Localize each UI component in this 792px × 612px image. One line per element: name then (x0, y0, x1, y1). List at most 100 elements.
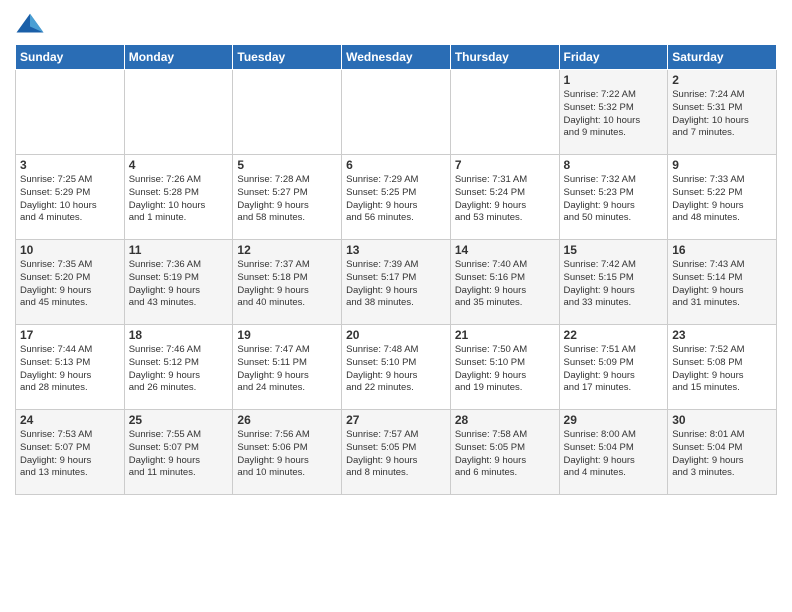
calendar-cell: 26Sunrise: 7:56 AM Sunset: 5:06 PM Dayli… (233, 410, 342, 495)
day-number: 20 (346, 328, 446, 342)
calendar-cell: 5 Sunrise: 7:28 AM Sunset: 5:27 PM Daylig… (233, 155, 342, 240)
calendar-cell: 10 Sunrise: 7:35 AM Sunset: 5:20 PM Dayli… (16, 240, 125, 325)
calendar-cell: 27 Sunrise: 7:57 AM Sunset: 5:05 PM Dayli… (342, 410, 451, 495)
calendar-container: SundayMondayTuesdayWednesdayThursdayFrid… (0, 0, 792, 500)
day-number: 2 (672, 73, 772, 87)
calendar-cell: 18 Sunrise: 7:46 AM Sunset: 5:12 PM Dayli… (124, 325, 233, 410)
day-number: 18 (129, 328, 229, 342)
calendar-cell: 24 Sunrise: 7:53 AM Sunset: 5:07 PM Dayli… (16, 410, 125, 495)
calendar-week: 3 Sunrise: 7:25 AM Sunset: 5:29 PM Daylig… (16, 155, 777, 240)
day-info: Sunrise: 7:29 AM Sunset: 5:25 PM Dayligh… (346, 174, 446, 225)
day-info: Sunrise: 7:56 AM Sunset: 5:06 PM Dayligh… (237, 429, 337, 480)
calendar-cell: 2 Sunrise: 7:24 AM Sunset: 5:31 PM Daylig… (668, 70, 777, 155)
day-number: 29 (564, 413, 664, 427)
day-number: 28 (455, 413, 555, 427)
calendar-cell: 23 Sunrise: 7:52 AM Sunset: 5:08 PM Dayli… (668, 325, 777, 410)
day-number: 30 (672, 413, 772, 427)
logo (15, 10, 49, 40)
calendar-cell: 13 Sunrise: 7:39 AM Sunset: 5:17 PM Dayli… (342, 240, 451, 325)
weekday-header: Saturday (668, 45, 777, 70)
day-number: 1 (564, 73, 664, 87)
day-number: 22 (564, 328, 664, 342)
calendar-cell: 20 Sunrise: 7:48 AM Sunset: 5:10 PM Dayli… (342, 325, 451, 410)
calendar-cell: 9 Sunrise: 7:33 AM Sunset: 5:22 PM Daylig… (668, 155, 777, 240)
calendar-cell: 17 Sunrise: 7:44 AM Sunset: 5:13 PM Dayli… (16, 325, 125, 410)
calendar-cell (450, 70, 559, 155)
day-info: Sunrise: 7:40 AM Sunset: 5:16 PM Dayligh… (455, 259, 555, 310)
calendar-week: 24 Sunrise: 7:53 AM Sunset: 5:07 PM Dayli… (16, 410, 777, 495)
day-number: 12 (237, 243, 337, 257)
day-info: Sunrise: 7:39 AM Sunset: 5:17 PM Dayligh… (346, 259, 446, 310)
day-info: Sunrise: 7:51 AM Sunset: 5:09 PM Dayligh… (564, 344, 664, 395)
day-number: 24 (20, 413, 120, 427)
calendar-cell: 8 Sunrise: 7:32 AM Sunset: 5:23 PM Daylig… (559, 155, 668, 240)
day-number: 27 (346, 413, 446, 427)
day-number: 11 (129, 243, 229, 257)
day-number: 5 (237, 158, 337, 172)
day-info: Sunrise: 7:44 AM Sunset: 5:13 PM Dayligh… (20, 344, 120, 395)
day-number: 16 (672, 243, 772, 257)
calendar-cell: 11 Sunrise: 7:36 AM Sunset: 5:19 PM Dayli… (124, 240, 233, 325)
calendar-cell: 29Sunrise: 8:00 AM Sunset: 5:04 PM Dayli… (559, 410, 668, 495)
day-number: 7 (455, 158, 555, 172)
day-number: 21 (455, 328, 555, 342)
calendar-cell: 12 Sunrise: 7:37 AM Sunset: 5:18 PM Dayli… (233, 240, 342, 325)
day-info: Sunrise: 8:01 AM Sunset: 5:04 PM Dayligh… (672, 429, 772, 480)
day-info: Sunrise: 7:58 AM Sunset: 5:05 PM Dayligh… (455, 429, 555, 480)
day-info: Sunrise: 7:28 AM Sunset: 5:27 PM Dayligh… (237, 174, 337, 225)
day-number: 3 (20, 158, 120, 172)
calendar-cell: 3 Sunrise: 7:25 AM Sunset: 5:29 PM Daylig… (16, 155, 125, 240)
day-info: Sunrise: 7:48 AM Sunset: 5:10 PM Dayligh… (346, 344, 446, 395)
calendar-cell: 14Sunrise: 7:40 AM Sunset: 5:16 PM Dayli… (450, 240, 559, 325)
day-number: 8 (564, 158, 664, 172)
day-info: Sunrise: 7:24 AM Sunset: 5:31 PM Dayligh… (672, 89, 772, 140)
calendar-cell (124, 70, 233, 155)
logo-icon (15, 10, 45, 40)
weekday-header: Thursday (450, 45, 559, 70)
day-info: Sunrise: 7:52 AM Sunset: 5:08 PM Dayligh… (672, 344, 772, 395)
weekday-header: Friday (559, 45, 668, 70)
day-number: 4 (129, 158, 229, 172)
day-info: Sunrise: 7:47 AM Sunset: 5:11 PM Dayligh… (237, 344, 337, 395)
day-number: 9 (672, 158, 772, 172)
calendar-cell: 6 Sunrise: 7:29 AM Sunset: 5:25 PM Daylig… (342, 155, 451, 240)
day-number: 25 (129, 413, 229, 427)
calendar-cell (16, 70, 125, 155)
day-info: Sunrise: 7:25 AM Sunset: 5:29 PM Dayligh… (20, 174, 120, 225)
calendar-cell: 16Sunrise: 7:43 AM Sunset: 5:14 PM Dayli… (668, 240, 777, 325)
calendar-cell: 7 Sunrise: 7:31 AM Sunset: 5:24 PM Daylig… (450, 155, 559, 240)
day-info: Sunrise: 7:37 AM Sunset: 5:18 PM Dayligh… (237, 259, 337, 310)
calendar-cell: 22 Sunrise: 7:51 AM Sunset: 5:09 PM Dayli… (559, 325, 668, 410)
day-info: Sunrise: 7:42 AM Sunset: 5:15 PM Dayligh… (564, 259, 664, 310)
calendar-cell: 28 Sunrise: 7:58 AM Sunset: 5:05 PM Dayli… (450, 410, 559, 495)
weekday-header: Tuesday (233, 45, 342, 70)
calendar-week: 1Sunrise: 7:22 AM Sunset: 5:32 PM Daylig… (16, 70, 777, 155)
day-number: 10 (20, 243, 120, 257)
day-info: Sunrise: 7:46 AM Sunset: 5:12 PM Dayligh… (129, 344, 229, 395)
day-number: 17 (20, 328, 120, 342)
day-info: Sunrise: 7:33 AM Sunset: 5:22 PM Dayligh… (672, 174, 772, 225)
day-info: Sunrise: 7:31 AM Sunset: 5:24 PM Dayligh… (455, 174, 555, 225)
day-number: 23 (672, 328, 772, 342)
day-info: Sunrise: 7:50 AM Sunset: 5:10 PM Dayligh… (455, 344, 555, 395)
calendar-week: 10 Sunrise: 7:35 AM Sunset: 5:20 PM Dayli… (16, 240, 777, 325)
day-info: Sunrise: 7:53 AM Sunset: 5:07 PM Dayligh… (20, 429, 120, 480)
day-info: Sunrise: 7:55 AM Sunset: 5:07 PM Dayligh… (129, 429, 229, 480)
calendar-table: SundayMondayTuesdayWednesdayThursdayFrid… (15, 44, 777, 495)
calendar-cell (342, 70, 451, 155)
calendar-cell (233, 70, 342, 155)
weekday-header: Wednesday (342, 45, 451, 70)
calendar-cell: 15Sunrise: 7:42 AM Sunset: 5:15 PM Dayli… (559, 240, 668, 325)
day-info: Sunrise: 7:36 AM Sunset: 5:19 PM Dayligh… (129, 259, 229, 310)
day-info: Sunrise: 7:35 AM Sunset: 5:20 PM Dayligh… (20, 259, 120, 310)
day-info: Sunrise: 7:57 AM Sunset: 5:05 PM Dayligh… (346, 429, 446, 480)
weekday-header: Monday (124, 45, 233, 70)
weekday-header: Sunday (16, 45, 125, 70)
calendar-cell: 19Sunrise: 7:47 AM Sunset: 5:11 PM Dayli… (233, 325, 342, 410)
day-number: 13 (346, 243, 446, 257)
calendar-cell: 21 Sunrise: 7:50 AM Sunset: 5:10 PM Dayli… (450, 325, 559, 410)
day-info: Sunrise: 7:32 AM Sunset: 5:23 PM Dayligh… (564, 174, 664, 225)
day-number: 6 (346, 158, 446, 172)
calendar-cell: 30 Sunrise: 8:01 AM Sunset: 5:04 PM Dayli… (668, 410, 777, 495)
header (15, 10, 777, 40)
